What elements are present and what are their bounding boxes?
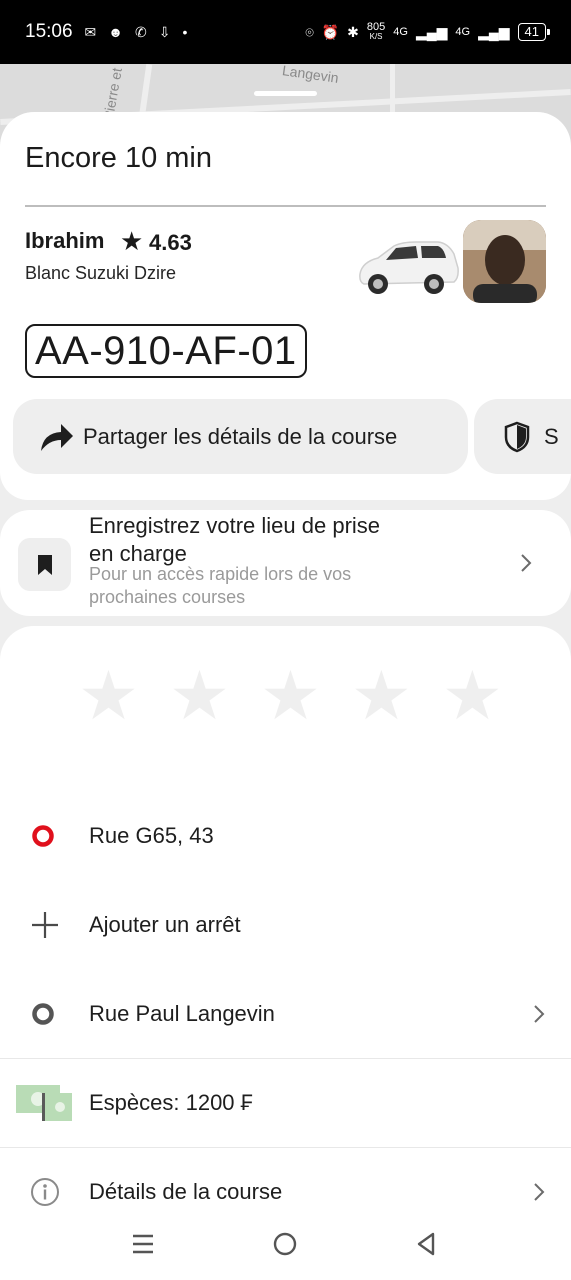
status-time: 15:06 xyxy=(25,21,73,42)
star-icon: ★ xyxy=(120,226,144,256)
signal-1: 4G xyxy=(393,26,408,38)
share-arrow-icon xyxy=(41,423,73,451)
destination-address: Rue Paul Langevin xyxy=(89,1001,275,1026)
signal-2: 4G xyxy=(455,26,471,38)
driver-photo xyxy=(463,220,546,303)
rating-star-4[interactable]: ★ xyxy=(351,662,412,730)
driver-name: Ibrahim xyxy=(25,228,105,253)
save-pickup-title: Enregistrez votre lieu de prise en charg… xyxy=(89,513,381,566)
drag-handle[interactable] xyxy=(254,91,317,96)
bookmark-icon xyxy=(37,554,52,575)
driver-card: Encore 10 min Ibrahim ★ 4.63 Blanc Suzuk… xyxy=(0,112,571,500)
pickup-marker-icon xyxy=(32,825,54,847)
destination-marker-icon xyxy=(32,1003,54,1025)
vehicle-description: Blanc Suzuki Dzire xyxy=(25,263,177,283)
system-navigation-bar xyxy=(0,1206,571,1280)
payment-row[interactable]: Espèces: 1200 ₣ xyxy=(0,1059,571,1147)
save-pickup-card[interactable]: Enregistrez votre lieu de prise en charg… xyxy=(0,510,571,616)
share-trip-button[interactable]: Partager les détails de la course xyxy=(13,399,468,474)
save-pickup-subtitle: Pour un accès rapide lors de vos prochai… xyxy=(89,564,352,607)
network-speed: 805 K/S xyxy=(366,21,386,42)
safety-label: S xyxy=(544,423,559,449)
menu-icon xyxy=(133,1234,153,1254)
back-triangle-icon xyxy=(417,1232,435,1256)
download-icon: ⇩ xyxy=(158,23,171,40)
battery-indicator: 41 xyxy=(517,23,551,41)
rating-star-1[interactable]: ★ xyxy=(78,662,139,730)
rating-star-5[interactable]: ★ xyxy=(442,662,503,730)
dot-icon: • xyxy=(182,24,188,40)
share-trip-label: Partager les détails de la course xyxy=(83,423,398,449)
back-button[interactable] xyxy=(406,1224,446,1264)
car-icon xyxy=(359,241,459,294)
notification-icon: ✉ xyxy=(84,23,97,40)
eta-title: Encore 10 min xyxy=(25,142,212,174)
signal-bars-icon: ▂▄▆ xyxy=(415,23,448,40)
add-stop-row[interactable]: Ajouter un arrêt xyxy=(0,881,571,969)
chevron-right-icon xyxy=(534,1005,545,1023)
info-icon xyxy=(31,1178,59,1206)
status-bar: 15:06 ✉ ☻ ✆ ⇩ • ⌾ ⏰ ✱ 805 K/S 4G ▂▄▆ 4G … xyxy=(0,0,571,64)
recent-apps-button[interactable] xyxy=(123,1224,163,1264)
whatsapp-icon: ✆ xyxy=(135,23,147,40)
bookmark-icon-box xyxy=(18,538,71,591)
trip-sheet: Encore 10 min Ibrahim ★ 4.63 Blanc Suzuk… xyxy=(0,112,571,1280)
payment-label: Espèces: 1200 ₣ xyxy=(89,1090,253,1115)
chevron-right-icon xyxy=(534,1183,545,1201)
cash-icon xyxy=(16,1085,72,1121)
trip-details-label: Détails de la course xyxy=(89,1179,283,1204)
bluetooth-icon: ✱ xyxy=(347,23,359,40)
pickup-row[interactable]: Rue G65, 43 xyxy=(0,792,571,880)
destination-row[interactable]: Rue Paul Langevin xyxy=(0,970,571,1058)
safety-button[interactable]: S xyxy=(474,399,571,474)
add-stop-label: Ajouter un arrêt xyxy=(89,912,241,937)
license-plate: AA-910-AF-01 xyxy=(25,324,307,378)
location-icon: ⌾ xyxy=(305,23,314,40)
map-street-label: Langevin xyxy=(281,64,340,86)
rating-star-2[interactable]: ★ xyxy=(169,662,230,730)
driver-avatar[interactable] xyxy=(463,220,546,303)
chevron-right-icon xyxy=(521,554,532,572)
divider xyxy=(25,205,546,207)
plus-icon xyxy=(32,912,58,938)
pickup-address: Rue G65, 43 xyxy=(89,823,214,848)
snapchat-icon: ☻ xyxy=(108,24,124,40)
signal-bars-icon: ▂▄▆ xyxy=(478,23,510,40)
rating-stars: ★ ★ ★ ★ ★ xyxy=(78,662,503,730)
alarm-icon: ⏰ xyxy=(321,23,340,40)
home-circle-icon xyxy=(273,1232,297,1256)
rating-star-3[interactable]: ★ xyxy=(260,662,321,730)
home-button[interactable] xyxy=(265,1224,305,1264)
driver-rating: 4.63 xyxy=(149,230,192,255)
shield-icon xyxy=(504,421,530,452)
trip-details-card: ★ ★ ★ ★ ★ Rue G65, 43 Ajouter un arrêt R… xyxy=(0,626,571,1280)
